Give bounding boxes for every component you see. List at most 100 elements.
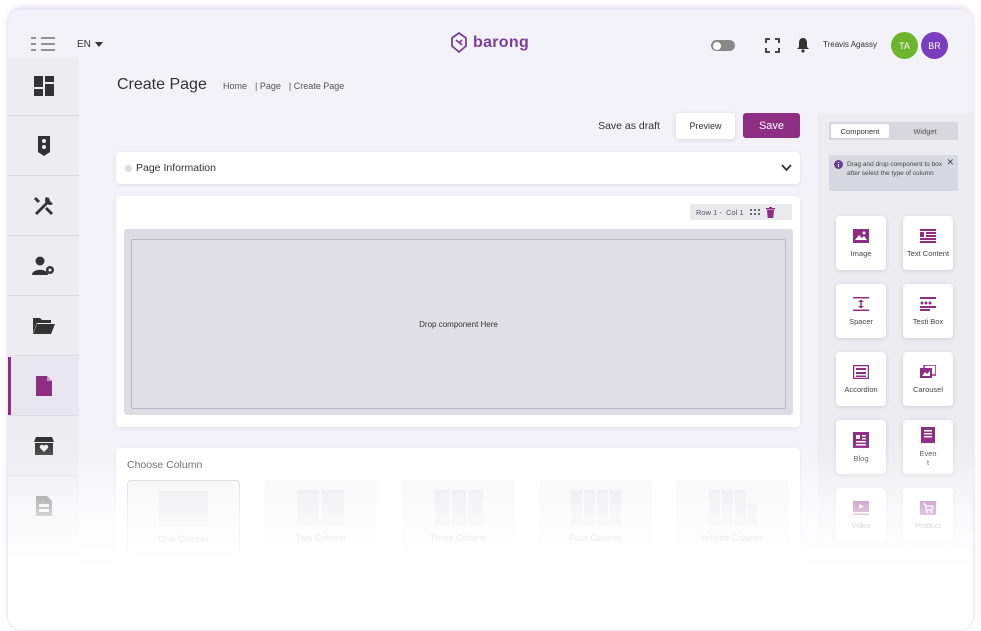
drag-handle-icon[interactable] — [749, 209, 760, 215]
user-settings-icon — [31, 256, 54, 275]
column-option-two[interactable]: Two Column — [264, 480, 377, 553]
column-preview — [570, 490, 621, 525]
page-information-panel[interactable]: Page Information — [116, 152, 800, 184]
accordion-icon — [853, 364, 869, 379]
panel-tabs: Component Widget — [829, 122, 958, 140]
user-name[interactable]: Treavis Agassy — [823, 40, 877, 49]
blog-icon — [853, 431, 869, 448]
page-information-label: Page Information — [136, 162, 216, 174]
sidebar-item-reports[interactable] — [8, 477, 79, 536]
save-button[interactable]: Save — [743, 113, 800, 138]
hint-box: Drag and drop component to box after sel… — [829, 155, 958, 191]
breadcrumb-page[interactable]: | Page — [255, 81, 281, 91]
hint-text: Drag and drop component to box after sel… — [847, 161, 943, 177]
component-event[interactable]: Even t — [903, 420, 953, 474]
sidebar-item-products[interactable] — [8, 417, 79, 476]
column-preview — [708, 490, 757, 525]
video-icon — [853, 500, 869, 515]
component-label: Testi Box — [912, 316, 944, 326]
component-accordion[interactable]: Accordion — [836, 352, 886, 406]
drop-zone[interactable]: Drop component Here — [131, 239, 786, 409]
traffic-light-icon — [37, 136, 50, 156]
breadcrumb: Home | Page | Create Page — [223, 81, 344, 91]
component-text-content[interactable]: Text Content — [903, 216, 953, 270]
component-label: Blog — [853, 453, 869, 463]
avatar[interactable]: BR — [921, 32, 948, 59]
choose-column-title: Choose Column — [127, 459, 203, 471]
sidebar-item-pages[interactable] — [8, 357, 79, 416]
component-video[interactable]: Video — [836, 488, 886, 542]
language-label: EN — [77, 39, 91, 50]
column-option-label: One Column — [158, 534, 209, 544]
bell-icon[interactable] — [796, 37, 810, 58]
column-option-label: Three Column — [429, 533, 488, 543]
sidebar-item-users[interactable] — [8, 237, 79, 296]
page-title: Create Page — [117, 76, 207, 93]
component-label: Product — [915, 520, 941, 530]
breadcrumb-home[interactable]: Home — [223, 81, 247, 91]
file-icon — [35, 376, 52, 396]
component-blog[interactable]: Blog — [836, 420, 886, 474]
dashboard-icon — [33, 76, 54, 96]
image-icon — [853, 228, 869, 243]
save-as-draft-button[interactable]: Save as draft — [592, 114, 666, 138]
component-carousel[interactable]: Carousel — [903, 352, 953, 406]
sidebar — [8, 57, 79, 577]
carousel-icon — [920, 364, 936, 378]
component-label: Video — [851, 520, 871, 530]
fullscreen-icon[interactable] — [765, 38, 780, 58]
avatar[interactable]: TA — [891, 32, 918, 59]
tab-component-label: Component — [840, 126, 880, 136]
column-option-three[interactable]: Three Column — [402, 480, 515, 553]
caret-down-icon — [94, 42, 103, 47]
testimonial-box-icon — [920, 296, 936, 311]
sidebar-item-tools[interactable] — [8, 177, 79, 236]
sidebar-item-status[interactable] — [8, 117, 79, 176]
text-content-icon — [920, 228, 936, 243]
component-product[interactable]: Product — [903, 488, 953, 542]
document-list-icon — [35, 496, 52, 516]
brand-logo[interactable]: barong — [449, 32, 529, 54]
theme-toggle[interactable] — [711, 40, 735, 51]
column-option-label: Two Column — [295, 533, 346, 543]
sidebar-item-dashboard[interactable] — [8, 57, 79, 116]
drop-zone-container: Drop component Here — [124, 229, 793, 415]
event-icon — [921, 427, 935, 443]
info-icon — [834, 160, 843, 169]
folder-open-icon — [32, 318, 55, 334]
avatar-initials: TA — [899, 40, 910, 51]
component-label: Spacer — [849, 316, 873, 326]
app-window: EN barong Treavis Agassy TA BR Create Pa… — [8, 10, 973, 630]
row-label: Row 1 - Col 1 — [696, 207, 744, 217]
column-option-label: Infinite Column — [702, 533, 763, 543]
column-option-one[interactable]: One Column — [127, 480, 240, 553]
brand-name: barong — [473, 34, 530, 51]
menu-toggle-icon[interactable] — [31, 37, 57, 56]
component-label: Image — [850, 248, 872, 258]
product-cart-icon — [920, 500, 936, 515]
column-option-four[interactable]: Four Column — [539, 480, 652, 553]
preview-button[interactable]: Preview — [676, 113, 735, 139]
column-option-label: Four Column — [569, 533, 622, 543]
component-label: Carousel — [912, 384, 943, 394]
component-label: Accordion — [844, 384, 878, 394]
column-preview — [159, 491, 208, 526]
trash-icon[interactable] — [765, 206, 775, 218]
breadcrumb-current: | Create Page — [288, 81, 345, 91]
avatar-initials: BR — [928, 40, 941, 51]
barong-logo-icon — [451, 32, 467, 54]
component-testi-box[interactable]: Testi Box — [903, 284, 953, 338]
close-icon[interactable]: ✕ — [946, 157, 954, 168]
status-dot — [125, 165, 132, 172]
component-image[interactable]: Image — [836, 216, 886, 270]
chevron-down-icon[interactable] — [781, 164, 792, 172]
tab-widget[interactable]: Widget — [895, 124, 955, 138]
component-spacer[interactable]: Spacer — [836, 284, 886, 338]
column-option-infinite[interactable]: Infinite Column — [676, 480, 789, 553]
language-selector[interactable]: EN — [77, 39, 103, 50]
component-label: Even t — [919, 449, 937, 467]
box-heart-icon — [33, 437, 54, 455]
component-panel: Component Widget Drag and drop component… — [818, 113, 973, 543]
tab-component[interactable]: Component — [831, 124, 889, 138]
sidebar-item-files[interactable] — [8, 297, 79, 356]
